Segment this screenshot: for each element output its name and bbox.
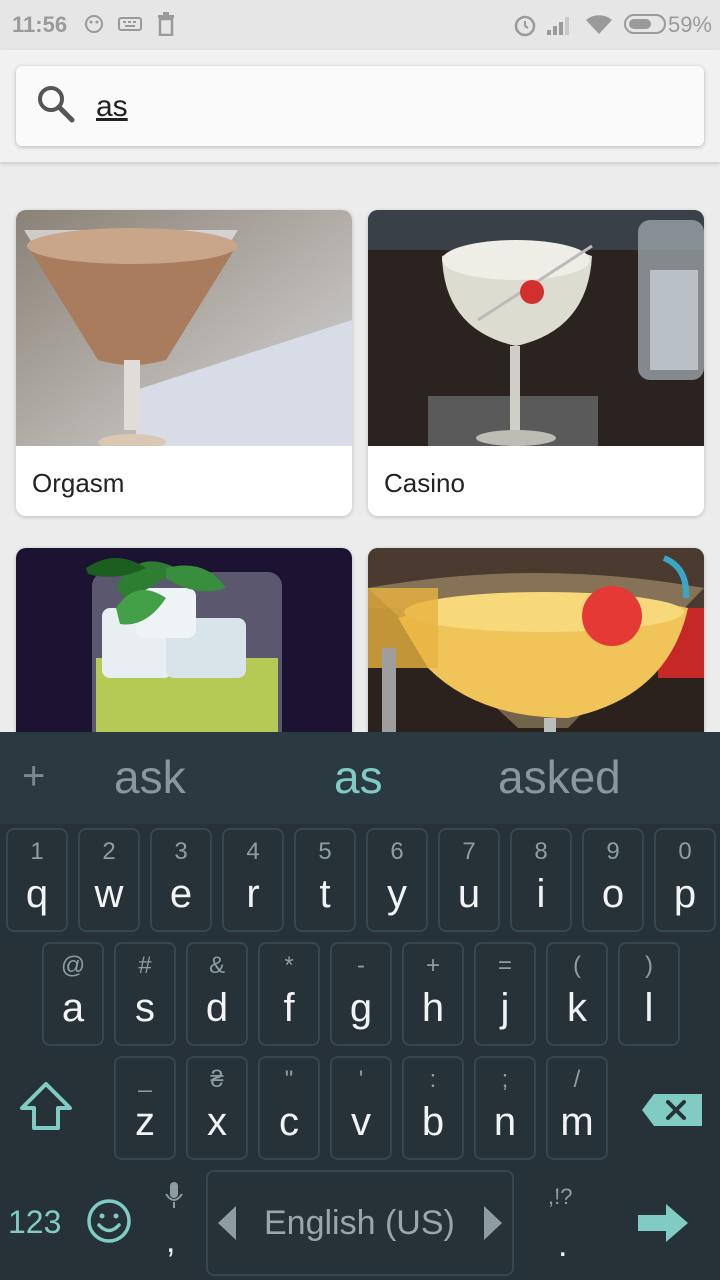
- key-n[interactable]: ; n: [474, 1056, 536, 1160]
- cocktail-image: [16, 210, 352, 446]
- status-bar: 11:56 59%: [0, 0, 720, 50]
- key-e[interactable]: 3e: [150, 828, 212, 932]
- search-bar-container: as: [0, 50, 720, 162]
- arrow-right-icon[interactable]: [482, 1204, 504, 1247]
- key-d[interactable]: & d: [186, 942, 248, 1046]
- comma-key[interactable]: ,: [166, 1222, 175, 1261]
- space-bar-language: English (US): [264, 1204, 455, 1242]
- search-icon[interactable]: [36, 84, 76, 129]
- key-z[interactable]: _ z: [114, 1056, 176, 1160]
- key-t[interactable]: 5t: [294, 828, 356, 932]
- soft-keyboard: + ask as asked 1q 2w 3e 4r 5t 6y 7u 8i 9…: [0, 732, 720, 1280]
- suggestion-right[interactable]: asked: [498, 750, 621, 804]
- cocktail-card[interactable]: [368, 548, 704, 732]
- key-i[interactable]: 8i: [510, 828, 572, 932]
- key-v[interactable]: ' v: [330, 1056, 392, 1160]
- period-key[interactable]: .: [558, 1226, 567, 1265]
- cocktail-name: Casino: [384, 468, 465, 498]
- cocktail-image: [368, 210, 704, 446]
- shift-icon[interactable]: [16, 1080, 76, 1137]
- key-a[interactable]: @ a: [42, 942, 104, 1046]
- wifi-icon: [584, 12, 614, 42]
- key-c[interactable]: " c: [258, 1056, 320, 1160]
- suggestion-left[interactable]: ask: [114, 750, 186, 804]
- space-bar[interactable]: English (US): [206, 1170, 514, 1276]
- search-query-text[interactable]: as: [96, 90, 128, 124]
- signal-icon: [546, 12, 574, 42]
- key-l[interactable]: ) l: [618, 942, 680, 1046]
- key-w[interactable]: 2w: [78, 828, 140, 932]
- key-s[interactable]: # s: [114, 942, 176, 1046]
- arrow-left-icon[interactable]: [216, 1204, 238, 1247]
- cocktail-image: [368, 548, 704, 732]
- key-q[interactable]: 1q: [6, 828, 68, 932]
- punctuation-alt: ,!?: [548, 1184, 573, 1209]
- key-r[interactable]: 4r: [222, 828, 284, 932]
- backspace-icon[interactable]: [640, 1092, 706, 1133]
- enter-arrow-icon[interactable]: [636, 1202, 690, 1249]
- key-h[interactable]: + h: [402, 942, 464, 1046]
- status-time: 11:56: [12, 12, 68, 37]
- battery-percent: 59%: [667, 12, 712, 37]
- suggestion-center[interactable]: as: [334, 750, 383, 804]
- cocktail-card[interactable]: [16, 548, 352, 732]
- cocktail-card[interactable]: Casino: [368, 210, 704, 516]
- key-p[interactable]: 0p: [654, 828, 716, 932]
- notification-face-icon: [84, 12, 104, 40]
- key-m[interactable]: / m: [546, 1056, 608, 1160]
- key-u[interactable]: 7u: [438, 828, 500, 932]
- keyboard-icon: [118, 12, 142, 40]
- battery-icon: [624, 12, 670, 42]
- key-b[interactable]: :b: [402, 1056, 464, 1160]
- key-g[interactable]: -g: [330, 942, 392, 1046]
- numbers-key[interactable]: 123: [8, 1204, 61, 1241]
- emoji-icon[interactable]: [86, 1198, 132, 1249]
- search-input[interactable]: as: [16, 66, 704, 146]
- cocktail-card[interactable]: Orgasm: [16, 210, 352, 516]
- results-grid: Orgasm Casino: [0, 162, 720, 732]
- key-y[interactable]: 6y: [366, 828, 428, 932]
- key-o[interactable]: 9o: [582, 828, 644, 932]
- alarm-icon: [512, 12, 538, 44]
- key-j[interactable]: = j: [474, 942, 536, 1046]
- key-k[interactable]: (k: [546, 942, 608, 1046]
- key-f[interactable]: * f: [258, 942, 320, 1046]
- cocktail-image: [16, 548, 352, 732]
- trash-icon: [156, 12, 176, 42]
- microphone-icon[interactable]: [164, 1180, 184, 1215]
- cocktail-name: Orgasm: [32, 468, 125, 498]
- suggestion-strip: + ask as asked: [0, 732, 720, 824]
- add-word-button[interactable]: +: [22, 754, 45, 799]
- key-x[interactable]: ₴ x: [186, 1056, 248, 1160]
